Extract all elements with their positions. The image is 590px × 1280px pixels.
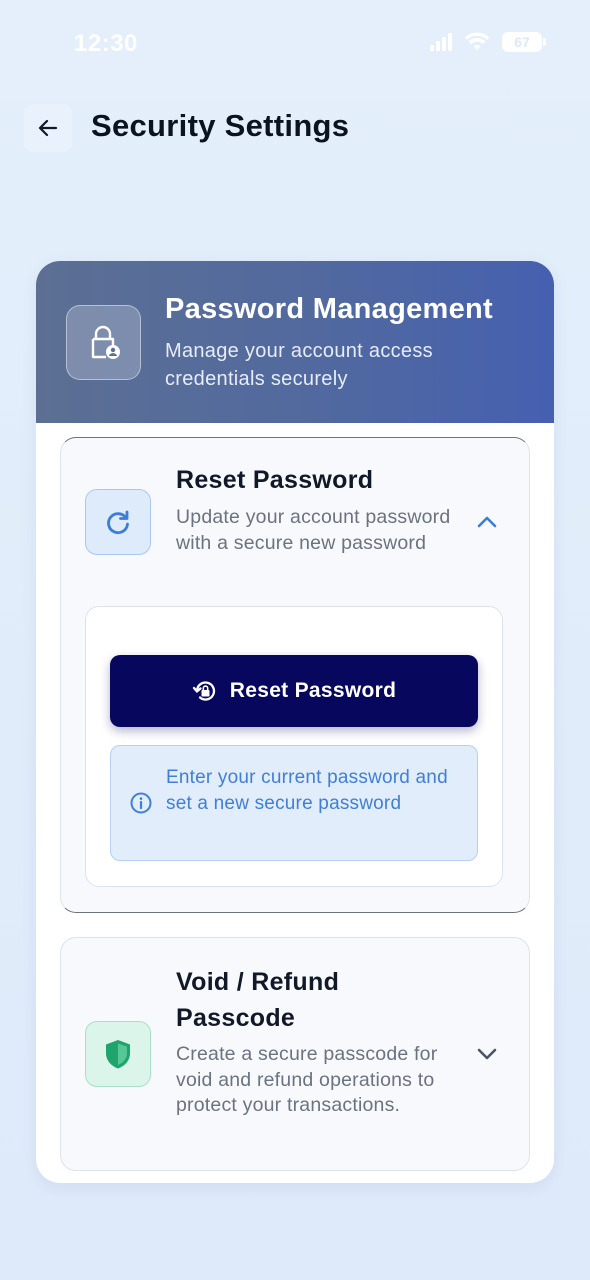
chevron-down-icon <box>477 1048 497 1060</box>
chevron-up-icon <box>477 516 497 528</box>
reset-password-button[interactable]: Reset Password <box>110 655 478 727</box>
page-title: Security Settings <box>91 108 350 143</box>
cellular-signal-icon <box>430 33 452 51</box>
reset-button-label: Reset Password <box>229 679 397 702</box>
status-icons: 67 <box>430 32 546 52</box>
lock-reset-icon <box>192 681 215 701</box>
void-refund-section[interactable]: Void / Refund Passcode Create a secure p… <box>60 937 530 1171</box>
lock-user-icon <box>91 325 120 359</box>
info-icon <box>130 792 152 814</box>
void-section-title-line1: Void / Refund <box>176 968 340 996</box>
void-section-description: Create a secure passcode for void and re… <box>176 1043 438 1116</box>
reset-section-title: Reset Password <box>176 466 374 494</box>
security-settings-screen: 12:30 67 Security Settings Password Mana… <box>0 0 590 1280</box>
card-title: Password Management <box>165 293 494 325</box>
arrow-left-icon <box>38 119 58 137</box>
card-subtitle: Manage your account access credentials s… <box>165 340 433 390</box>
expand-toggle[interactable] <box>475 1042 499 1066</box>
info-text: Enter your current password and set a ne… <box>166 767 448 814</box>
reset-icon-box <box>85 489 151 555</box>
reset-password-section: Reset Password Update your account passw… <box>60 437 530 913</box>
collapse-toggle[interactable] <box>475 510 499 534</box>
info-message: Enter your current password and set a ne… <box>110 745 478 861</box>
back-button[interactable] <box>24 104 72 152</box>
status-bar: 12:30 67 <box>0 0 590 88</box>
void-section-title-line2: Passcode <box>176 1004 296 1032</box>
battery-icon: 67 <box>502 32 546 52</box>
shield-icon <box>106 1040 130 1069</box>
wifi-icon <box>464 32 490 50</box>
reset-password-panel: Reset Password Enter your current passwo… <box>85 606 503 887</box>
header-icon-box <box>66 305 141 380</box>
password-management-card: Password Management Manage your account … <box>36 261 554 1183</box>
void-icon-box <box>85 1021 151 1087</box>
status-time: 12:30 <box>74 30 138 57</box>
refresh-icon <box>107 510 129 535</box>
reset-section-description: Update your account password with a secu… <box>176 506 451 554</box>
card-header: Password Management Manage your account … <box>36 261 554 423</box>
